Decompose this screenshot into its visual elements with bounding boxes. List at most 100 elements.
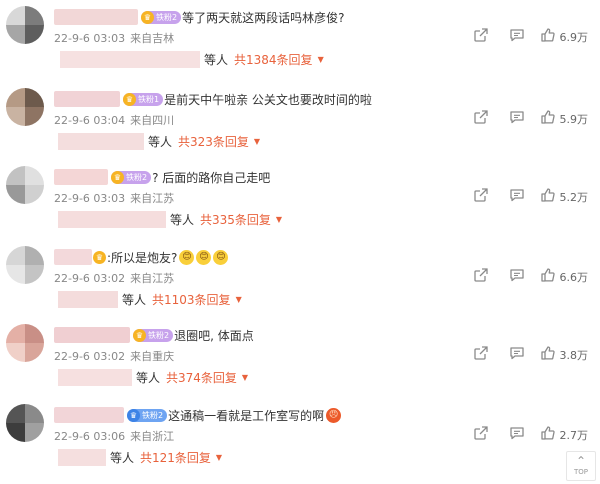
share-button[interactable] [472, 188, 490, 206]
avatar[interactable] [6, 166, 44, 204]
caret-down-icon[interactable]: ▼ [318, 55, 324, 64]
emoji-icon: 😊 [213, 249, 229, 265]
avatar[interactable] [6, 324, 44, 362]
comment-meta: 22-9-6 03:03 来自吉林 [54, 30, 174, 46]
reply-button[interactable] [508, 110, 526, 128]
reply-button[interactable] [508, 188, 526, 206]
crown-icon: ♛ [141, 10, 154, 24]
like-button[interactable]: 3.8万 [540, 345, 589, 365]
caret-down-icon[interactable]: ▼ [236, 295, 242, 304]
share-button[interactable] [472, 346, 490, 364]
avatar-pixel [25, 166, 44, 185]
emoji-icon: 😠 [326, 407, 342, 423]
like-icon [540, 187, 556, 207]
reply-summary: 等人 共374条回复 ▼ [58, 368, 248, 386]
avatar-pixel [6, 6, 25, 25]
comment-actions: 6.9万 [454, 27, 588, 47]
comment-date: 22-9-6 03:02 [54, 272, 126, 285]
fan-badge[interactable]: ♛ [93, 250, 106, 264]
like-button[interactable]: 6.9万 [540, 27, 588, 47]
username-blurred[interactable] [54, 169, 108, 185]
reply-button[interactable] [508, 426, 526, 444]
comment-text: 等了两天就这两段话吗林彦俊? [182, 10, 345, 25]
like-button[interactable]: 2.7万 [540, 425, 588, 445]
comment-meta: 22-9-6 03:02 来自重庆 [54, 348, 174, 364]
share-button[interactable] [472, 268, 490, 286]
comment-meta: 22-9-6 03:06 来自浙江 [54, 428, 174, 444]
caret-down-icon[interactable]: ▼ [276, 215, 282, 224]
back-to-top-button[interactable]: ⌃ TOP [566, 451, 596, 481]
reply-users-blurred [58, 210, 166, 228]
fan-badge[interactable]: ♛ 铁粉2 [141, 10, 182, 24]
comment-item: ♛ 铁粉2 等了两天就这两段话吗林彦俊? 22-9-6 03:03 来自吉林 6.9万 等人… [0, 0, 600, 80]
reply-summary: 等人 共1103条回复 ▼ [58, 290, 242, 308]
comment-icon [509, 345, 525, 365]
share-icon [473, 187, 489, 207]
avatar-pixel [6, 404, 25, 423]
comment-header: ♛ 铁粉2 这通稿一看就是工作室写的啊 😠 [54, 406, 342, 424]
like-button[interactable]: 5.9万 [540, 109, 589, 129]
fan-badge-label: 铁粉2 [148, 330, 170, 340]
username-blurred[interactable] [54, 9, 138, 25]
reply-count-link[interactable]: 共335条回复 [200, 211, 271, 228]
comment-item: ♛ 铁粉2 这通稿一看就是工作室写的啊 😠 22-9-6 03:06 来自浙江 2.7万 等人… [0, 398, 600, 478]
comment-meta: 22-9-6 03:02 来自江苏 [54, 270, 174, 286]
comment-icon [509, 267, 525, 287]
username-blurred[interactable] [54, 327, 130, 343]
reply-users-blurred [58, 290, 118, 308]
reply-count-link[interactable]: 共323条回复 [178, 133, 249, 150]
avatar-pixel [6, 107, 25, 126]
fan-badge[interactable]: ♛ 铁粉2 [133, 328, 174, 342]
reply-summary: 等人 共323条回复 ▼ [58, 132, 260, 150]
reply-users-blurred [58, 368, 132, 386]
reply-button[interactable] [508, 28, 526, 46]
avatar[interactable] [6, 246, 44, 284]
comment-text: 这通稿一看就是工作室写的啊 [168, 408, 325, 423]
caret-down-icon[interactable]: ▼ [242, 373, 248, 382]
avatar-pixel [6, 265, 25, 284]
avatar-pixel [6, 166, 25, 185]
reply-button[interactable] [508, 268, 526, 286]
fan-badge-label: 铁粉2 [156, 12, 178, 22]
username-blurred[interactable] [54, 407, 124, 423]
reply-users-blurred [60, 50, 200, 68]
fan-badge[interactable]: ♛ 铁粉2 [127, 408, 168, 422]
share-button[interactable] [472, 426, 490, 444]
comment-date: 22-9-6 03:02 [54, 350, 126, 363]
avatar-pixel [6, 185, 25, 204]
comment-meta: 22-9-6 03:03 来自江苏 [54, 190, 174, 206]
fan-badge[interactable]: ♛ 铁粉1 [123, 92, 164, 106]
reply-count-link[interactable]: 共1384条回复 [234, 51, 313, 68]
like-count: 3.8万 [559, 349, 589, 362]
like-button[interactable]: 6.6万 [540, 267, 588, 287]
fan-badge[interactable]: ♛ 铁粉2 [111, 170, 152, 184]
reply-button[interactable] [508, 346, 526, 364]
username-blurred[interactable] [54, 91, 120, 107]
fan-badge-label: 铁粉2 [126, 172, 148, 182]
avatar-pixel [25, 88, 44, 107]
share-button[interactable] [472, 110, 490, 128]
avatar[interactable] [6, 6, 44, 44]
avatar-pixel [6, 246, 25, 265]
like-button[interactable]: 5.2万 [540, 187, 588, 207]
comment-location: 来自重庆 [130, 350, 175, 363]
avatar[interactable] [6, 88, 44, 126]
comment-icon [509, 425, 525, 445]
caret-down-icon[interactable]: ▼ [254, 137, 260, 146]
caret-down-icon[interactable]: ▼ [216, 453, 222, 462]
reply-count-link[interactable]: 共1103条回复 [152, 291, 231, 308]
like-icon [540, 425, 556, 445]
like-count: 5.9万 [559, 113, 589, 126]
username-blurred[interactable] [54, 249, 92, 265]
reply-count-link[interactable]: 共121条回复 [140, 449, 211, 466]
comment-date: 22-9-6 03:03 [54, 32, 126, 45]
avatar[interactable] [6, 404, 44, 442]
comment-item: ♛ 铁粉2 退圈吧, 体面点 22-9-6 03:02 来自重庆 3.8万 等人 共374条回… [0, 318, 600, 398]
crown-icon: ♛ [111, 170, 124, 184]
like-icon [540, 27, 556, 47]
comment-actions: 2.7万 [454, 425, 588, 445]
avatar-pixel [25, 107, 44, 126]
reply-count-link[interactable]: 共374条回复 [166, 369, 237, 386]
share-button[interactable] [472, 28, 490, 46]
reply-summary: 等人 共1384条回复 ▼ [60, 50, 324, 68]
